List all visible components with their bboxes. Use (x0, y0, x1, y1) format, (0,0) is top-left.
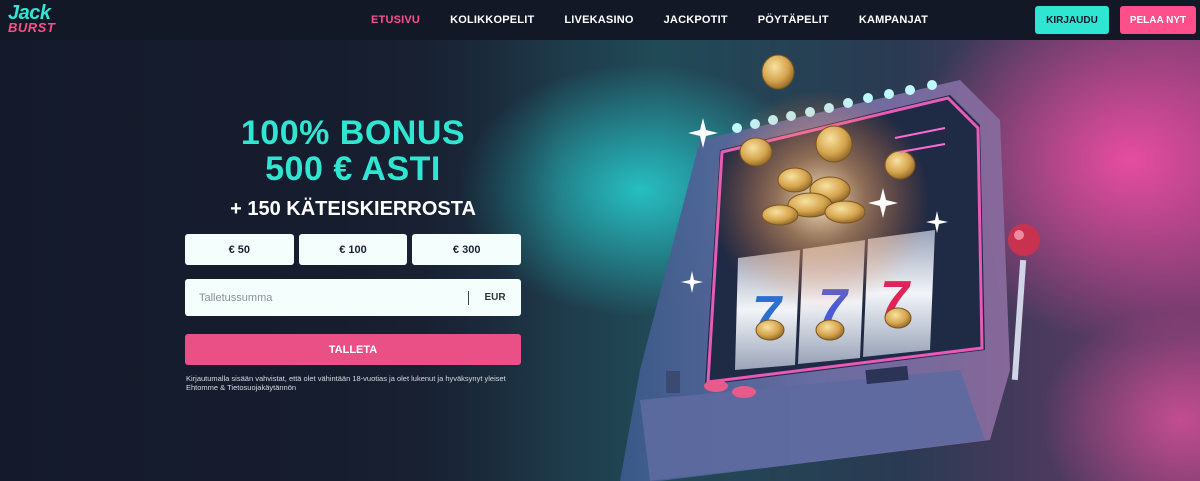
currency-label: EUR (484, 292, 506, 303)
nav-item-livekasino[interactable]: LIVEKASINO (564, 14, 633, 26)
deposit-amount-field: EUR (185, 279, 521, 316)
headline-line-1: 100% BONUS (240, 114, 466, 152)
deposit-amount-input[interactable] (185, 279, 468, 316)
nav-item-etusivu[interactable]: ETUSIVU (371, 14, 420, 26)
terms-disclaimer: Kirjautumalla sisään vahvistat, että ole… (186, 374, 506, 392)
logo-text-burst: BURST (8, 20, 56, 35)
free-spins-subheadline: + 150 KÄTEISKIERROSTA (230, 198, 476, 220)
amount-300-button[interactable]: € 300 (412, 234, 522, 265)
hero-banner: 7 7 7 (0, 40, 1200, 481)
nav-item-kampanjat[interactable]: KAMPANJAT (859, 14, 928, 26)
nav-item-poytapelit[interactable]: PÖYTÄPELIT (758, 14, 829, 26)
nav-item-jackpotit[interactable]: JACKPOTIT (664, 14, 728, 26)
amount-100-button[interactable]: € 100 (298, 234, 408, 265)
main-nav: ETUSIVU KOLIKKOPELIT LIVEKASINO JACKPOTI… (371, 0, 958, 40)
deposit-button[interactable]: TALLETA (185, 334, 521, 365)
quick-amount-buttons: € 50 € 100 € 300 (185, 234, 522, 265)
top-navigation-bar: Jack BURST ETUSIVU KOLIKKOPELIT LIVEKASI… (0, 0, 1200, 40)
jackburst-logo[interactable]: Jack BURST (8, 3, 55, 34)
bonus-headline: 100% BONUS 500 € ASTI (185, 115, 521, 187)
amount-50-button[interactable]: € 50 (185, 234, 294, 265)
headline-line-2: 500 € ASTI (265, 150, 441, 188)
play-now-button[interactable]: PELAA NYT (1120, 6, 1196, 34)
login-button[interactable]: KIRJAUDU (1035, 6, 1109, 34)
nav-item-kolikkopelit[interactable]: KOLIKKOPELIT (450, 14, 534, 26)
